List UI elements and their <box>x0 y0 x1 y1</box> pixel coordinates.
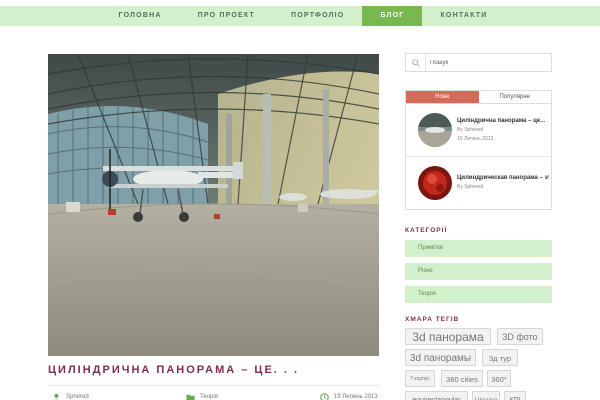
tag-item[interactable]: equirectangular <box>405 391 468 400</box>
hangar-panorama-image <box>48 54 379 356</box>
category-item-theory[interactable]: Теорія <box>405 286 552 303</box>
tag-item[interactable]: Ukraine <box>472 391 500 400</box>
posts-tabs: Нове Популярне <box>405 90 552 104</box>
categories-title: КАТЕГОРІЇ <box>405 227 448 234</box>
post-category[interactable]: Теорія <box>186 392 218 400</box>
post-author-name: Sphered <box>66 394 89 400</box>
post-date-text: 19 Липень 2013 <box>334 394 378 400</box>
tag-item[interactable]: 3D фото <box>497 328 543 345</box>
category-item-notes[interactable]: Примітки <box>405 240 552 257</box>
tag-item[interactable]: 3d панорамы <box>405 349 476 366</box>
nav-item-portfolio[interactable]: ПОРТФОЛІО <box>273 6 362 26</box>
top-navigation: ГОЛОВНА ПРО ПРОЕКТ ПОРТФОЛІО БЛОГ КОНТАК… <box>0 6 600 26</box>
category-item-misc[interactable]: Різне <box>405 263 552 280</box>
tag-item[interactable]: 360° <box>487 370 511 387</box>
search-box <box>405 53 552 72</box>
post-thumbnail[interactable] <box>418 113 452 147</box>
recent-posts-list: Циліндрична панорама – це... By Sphered … <box>405 104 552 210</box>
clock-icon <box>320 392 329 400</box>
nav-item-about[interactable]: ПРО ПРОЕКТ <box>180 6 273 26</box>
recent-post-author: By Sphered <box>457 184 484 190</box>
tag-item[interactable]: 3д тур <box>482 349 518 366</box>
tag-item[interactable]: КПІ <box>504 391 526 400</box>
tag-item[interactable]: 3d панорама <box>405 328 491 345</box>
post-thumbnail[interactable] <box>418 165 452 200</box>
post-author[interactable]: Sphered <box>52 392 89 400</box>
nav-item-home[interactable]: ГОЛОВНА <box>101 6 180 26</box>
list-item[interactable]: Цилиндрическая панорама – это... By Sphe… <box>406 156 551 208</box>
post-date: 19 Липень 2013 <box>320 392 378 400</box>
recent-post-title[interactable]: Циліндрична панорама – це... <box>457 117 549 125</box>
tag-item[interactable]: 7 корпус <box>405 370 435 387</box>
nav-item-blog[interactable]: БЛОГ <box>362 6 423 26</box>
recent-post-date: 19 Липень 2013 <box>457 136 494 142</box>
tag-cloud-title: ХМАРА ТЕГІВ <box>405 316 460 323</box>
tab-new[interactable]: Нове <box>406 91 479 103</box>
post-featured-image[interactable] <box>48 54 379 356</box>
post-category-name: Теорія <box>200 394 218 400</box>
tag-item[interactable]: 360 cities <box>441 370 483 387</box>
search-icon[interactable] <box>406 54 426 71</box>
recent-post-author: By Sphered <box>457 127 484 133</box>
user-icon <box>54 393 59 400</box>
folder-icon <box>186 394 195 400</box>
search-input[interactable] <box>426 59 546 66</box>
tab-popular[interactable]: Популярне <box>478 91 551 103</box>
post-title[interactable]: ЦИЛІНДРИЧНА ПАНОРАМА – ЦЕ. . . <box>48 364 379 376</box>
list-item[interactable]: Циліндрична панорама – це... By Sphered … <box>406 104 551 156</box>
nav-item-contacts[interactable]: КОНТАКТИ <box>422 6 505 26</box>
post-divider <box>48 385 379 386</box>
recent-post-title[interactable]: Цилиндрическая панорама – это... <box>457 174 549 182</box>
